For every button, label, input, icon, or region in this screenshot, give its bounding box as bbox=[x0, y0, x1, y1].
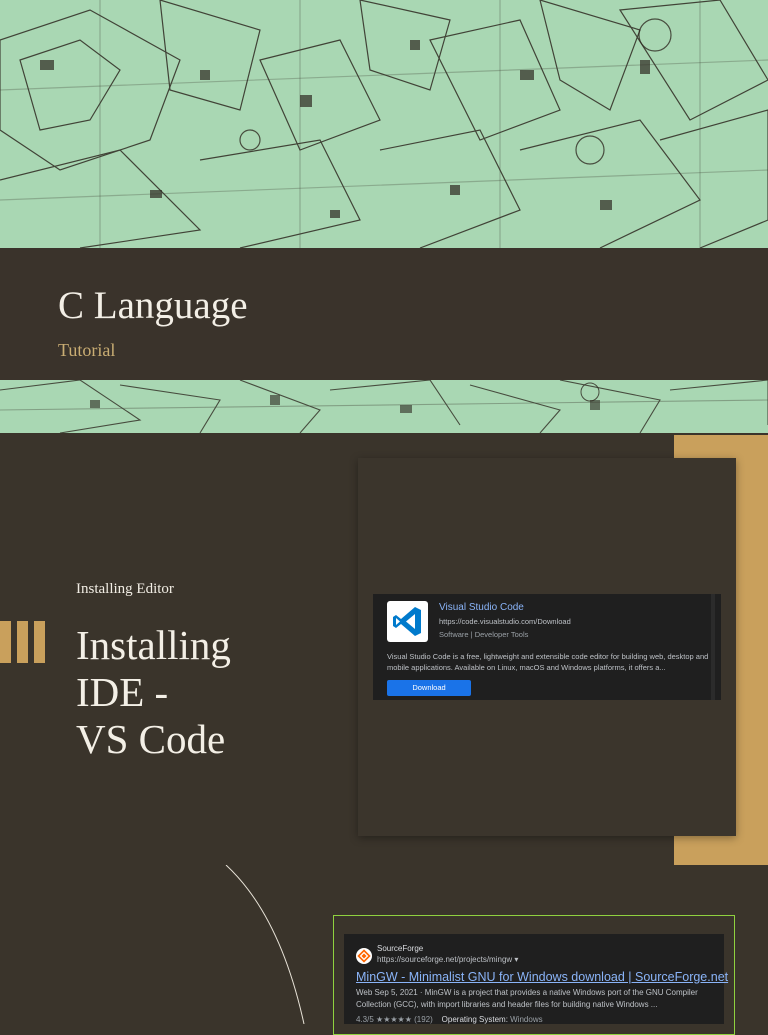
vscode-icon bbox=[387, 601, 428, 642]
result-site-name: SourceForge bbox=[377, 944, 424, 953]
heading-line: VS Code bbox=[76, 716, 226, 762]
arc-decoration bbox=[225, 865, 305, 1024]
result-description: Visual Studio Code is a free, lightweigh… bbox=[387, 652, 709, 672]
heading-line: IDE - bbox=[76, 669, 169, 715]
cover-subtitle: Tutorial bbox=[58, 340, 116, 360]
result-title-link[interactable]: MinGW - Minimalist GNU for Windows downl… bbox=[356, 970, 728, 984]
os-value: Windows bbox=[510, 1015, 543, 1024]
result-title-link[interactable]: Visual Studio Code bbox=[439, 602, 524, 613]
city-illustration-top bbox=[0, 0, 768, 248]
slide-heading: Installing IDE - VS Code bbox=[76, 622, 346, 763]
result-tags: Software | Developer Tools bbox=[439, 630, 529, 639]
vscode-search-result: Visual Studio Code https://code.visualst… bbox=[373, 594, 721, 700]
bars-decoration bbox=[0, 621, 48, 663]
heading-line: Installing bbox=[76, 622, 231, 668]
result-description: Web Sep 5, 2021 · MinGW is a project tha… bbox=[356, 988, 698, 1009]
section-label: Installing Editor bbox=[76, 581, 174, 597]
result-url[interactable]: https://code.visualstudio.com/Download bbox=[439, 617, 571, 626]
result-rating: 4.3/5 ★★★★★ (192) Operating System: Wind… bbox=[356, 1015, 543, 1024]
sourceforge-search-result: SourceForge https://sourceforge.net/proj… bbox=[344, 934, 728, 1024]
city-illustration-strip bbox=[0, 380, 768, 433]
result-url[interactable]: https://sourceforge.net/projects/mingw ▾ bbox=[377, 955, 518, 964]
sourceforge-icon bbox=[356, 948, 372, 964]
rating-text: 4.3/5 ★★★★★ (192) bbox=[356, 1015, 433, 1024]
scrollbar[interactable] bbox=[711, 594, 715, 700]
os-label: Operating System: bbox=[441, 1015, 508, 1024]
cover-title: C Language bbox=[58, 284, 248, 327]
download-button[interactable]: Download bbox=[387, 680, 471, 696]
